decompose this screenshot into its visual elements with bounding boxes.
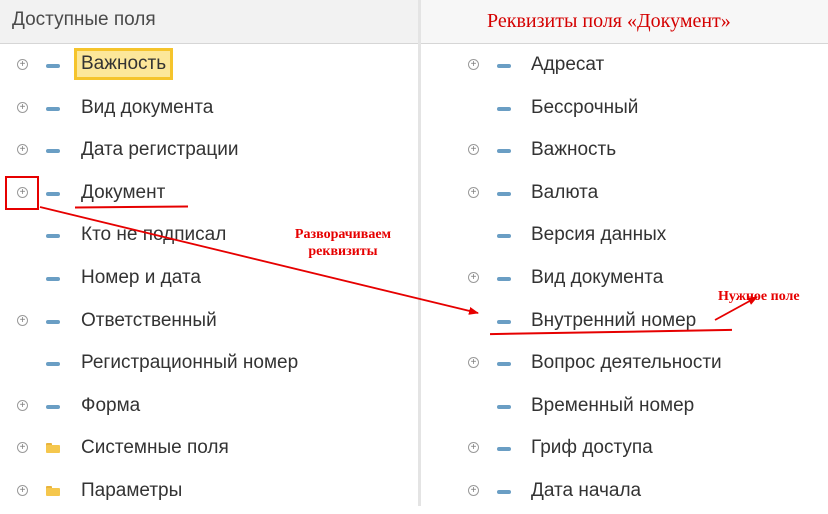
expand-plus-icon[interactable]: + xyxy=(468,271,479,283)
field-icon xyxy=(497,362,511,367)
available-field-row[interactable]: Регистрационный номер xyxy=(0,343,418,386)
available-field-row[interactable]: + Документ xyxy=(0,173,418,216)
document-attributes-title: Реквизиты поля «Документ» xyxy=(487,10,731,32)
available-field-label: Форма xyxy=(81,394,141,416)
needed-field-note: Нужное поле xyxy=(718,289,800,304)
available-field-row[interactable]: Номер и дата xyxy=(0,258,418,301)
document-attribute-row[interactable]: Версия данных xyxy=(421,215,828,258)
document-attribute-label: Дата начала xyxy=(531,479,642,501)
document-attribute-label: Вопрос деятельности xyxy=(531,352,722,374)
document-attribute-label: Вид документа xyxy=(531,266,664,288)
field-icon xyxy=(497,276,511,281)
document-attribute-row[interactable]: + Гриф доступа xyxy=(421,428,828,471)
available-field-label: Параметры xyxy=(81,479,183,501)
available-fields-header: Доступные поля xyxy=(0,0,418,44)
document-attribute-row[interactable]: + Дата начала xyxy=(421,471,828,514)
expand-plus-icon[interactable]: + xyxy=(468,357,479,369)
available-field-label: Регистрационный номер xyxy=(81,352,299,374)
expand-plus-icon[interactable]: + xyxy=(17,144,28,156)
available-field-row[interactable]: + Форма xyxy=(0,386,418,429)
document-attributes-panel: Реквизиты поля «Документ» + Адресат Бессро… xyxy=(421,0,828,506)
expand-note-line2: реквизиты xyxy=(308,244,378,259)
available-field-label: Важность xyxy=(73,48,174,80)
available-field-row[interactable]: + Системные поля xyxy=(0,428,418,471)
field-icon xyxy=(46,106,60,111)
field-icon xyxy=(46,149,60,154)
document-attribute-label: Бессрочный xyxy=(531,96,639,118)
available-field-label: Номер и дата xyxy=(81,266,201,288)
field-icon xyxy=(46,234,60,239)
document-attribute-label: Версия данных xyxy=(531,224,667,246)
field-icon xyxy=(497,489,511,494)
document-attribute-label: Адресат xyxy=(531,54,605,75)
document-attribute-row[interactable]: Внутренний номер xyxy=(421,301,828,344)
expand-plus-icon[interactable]: + xyxy=(17,399,28,411)
document-attribute-label: Внутренний номер xyxy=(531,309,697,331)
expand-plus-icon[interactable]: + xyxy=(17,484,28,496)
document-attribute-row[interactable]: + Важность xyxy=(421,130,828,173)
document-attribute-row[interactable]: Бессрочный xyxy=(421,88,828,131)
expand-plus-icon[interactable]: + xyxy=(468,484,479,496)
folder-icon xyxy=(46,443,60,454)
field-icon xyxy=(46,191,60,196)
available-field-label: Системные поля xyxy=(81,437,229,459)
field-icon xyxy=(497,447,511,452)
available-field-row[interactable]: + Дата регистрации xyxy=(0,130,418,173)
field-icon xyxy=(497,234,511,239)
expand-plus-icon[interactable]: + xyxy=(468,59,479,70)
available-fields-tree: + Важность + Вид документа + Дата регистрации… xyxy=(0,45,418,514)
field-icon xyxy=(46,276,60,281)
expand-plus-icon[interactable]: + xyxy=(17,59,28,70)
field-icon xyxy=(46,64,60,68)
document-attribute-label: Важность xyxy=(531,139,617,161)
available-field-label: Вид документа xyxy=(81,96,214,118)
document-attribute-row[interactable]: + Валюта xyxy=(421,173,828,216)
field-icon xyxy=(46,362,60,367)
available-field-row[interactable]: + Вид документа xyxy=(0,88,418,131)
field-icon xyxy=(497,149,511,154)
document-attribute-row[interactable]: + Адресат xyxy=(421,45,828,88)
document-attribute-row[interactable]: + Вопрос деятельности xyxy=(421,343,828,386)
document-attribute-label: Временный номер xyxy=(531,394,695,416)
available-field-label: Документ xyxy=(81,181,166,203)
expand-attributes-note: Разворачиваем реквизиты xyxy=(283,226,403,260)
field-icon xyxy=(497,64,511,68)
expander-highlight-box xyxy=(5,176,39,210)
field-icon xyxy=(497,319,511,324)
available-field-label: Ответственный xyxy=(81,309,217,331)
document-attribute-label: Валюта xyxy=(531,181,599,203)
available-field-label: Кто не подписал xyxy=(81,224,227,246)
expand-note-line1: Разворачиваем xyxy=(294,227,392,242)
document-attributes-tree: + Адресат Бессрочный + Важность + Валюта Версия… xyxy=(421,45,828,514)
expand-plus-icon[interactable]: + xyxy=(17,101,28,113)
expand-plus-icon[interactable]: + xyxy=(17,314,28,326)
folder-icon xyxy=(46,485,60,496)
available-field-label: Дата регистрации xyxy=(81,139,239,161)
field-icon xyxy=(497,191,511,196)
expand-plus-icon[interactable]: + xyxy=(468,442,479,454)
available-field-row[interactable]: + Параметры xyxy=(0,471,418,514)
field-icon xyxy=(46,319,60,324)
field-icon xyxy=(497,106,511,111)
expand-plus-icon[interactable]: + xyxy=(468,186,479,198)
available-field-row[interactable]: + Важность xyxy=(0,45,418,88)
document-attributes-header: Реквизиты поля «Документ» xyxy=(421,0,828,44)
expand-plus-icon[interactable]: + xyxy=(468,144,479,156)
expand-plus-icon[interactable]: + xyxy=(17,442,28,454)
field-icon xyxy=(46,404,60,409)
document-attribute-row[interactable]: Временный номер xyxy=(421,386,828,429)
available-fields-title: Доступные поля xyxy=(12,9,156,30)
available-field-row[interactable]: + Ответственный xyxy=(0,301,418,344)
document-attribute-label: Гриф доступа xyxy=(531,437,653,459)
field-icon xyxy=(497,404,511,409)
